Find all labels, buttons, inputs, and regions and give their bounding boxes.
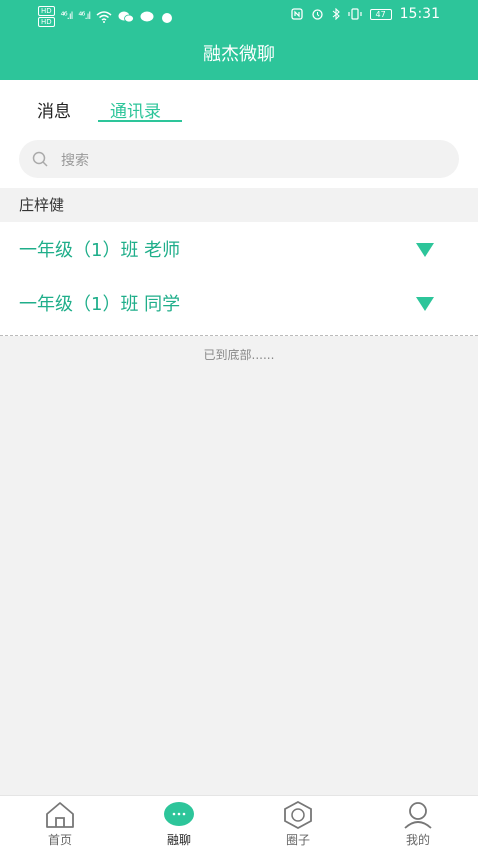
- list-end-divider: [0, 335, 478, 336]
- nav-home-label: 首页: [47, 833, 72, 847]
- tab-messages[interactable]: 消息: [37, 97, 71, 122]
- contact-groups: 一年级（1）班 老师 一年级（1）班 同学: [0, 222, 478, 336]
- bluetooth-icon: [332, 8, 340, 20]
- nav-profile[interactable]: 我的: [378, 801, 458, 848]
- contact-section-header: 庄梓健: [0, 188, 478, 222]
- signal-icon-2: ⁴⁶.ıl: [78, 11, 91, 22]
- app-notification-icon: [162, 12, 173, 23]
- tab-contacts[interactable]: 通讯录: [110, 97, 161, 122]
- nav-home[interactable]: 首页: [20, 801, 100, 848]
- status-left: HD HD ⁴⁶.ıl ⁴⁶.ıl: [38, 6, 174, 27]
- hd-badge-1: HD: [38, 6, 55, 16]
- alarm-icon: [311, 9, 323, 20]
- search-section: 搜索: [0, 130, 478, 188]
- nav-circle[interactable]: 圈子: [258, 801, 338, 848]
- status-bar: HD HD ⁴⁶.ıl ⁴⁶.ıl 47 15:31: [0, 0, 478, 30]
- hd-badge-2: HD: [38, 17, 55, 27]
- search-input[interactable]: 搜索: [19, 140, 459, 178]
- circle-icon: [284, 801, 312, 829]
- hd-badges: HD HD: [38, 6, 55, 27]
- group-row-classmates[interactable]: 一年级（1）班 同学: [0, 276, 478, 330]
- status-right: 47 15:31: [290, 6, 440, 22]
- message-icon: [140, 11, 154, 21]
- group-label: 一年级（1）班 老师: [19, 240, 181, 261]
- vibrate-icon: [348, 8, 362, 20]
- nav-circle-label: 圈子: [285, 833, 310, 847]
- page-title: 融杰微聊: [0, 30, 478, 80]
- nav-chat[interactable]: 融聊: [139, 801, 219, 848]
- end-of-list-text: 已到底部......: [203, 348, 275, 362]
- search-placeholder: 搜索: [61, 153, 89, 169]
- status-time: 15:31: [399, 6, 440, 22]
- bottom-nav: 首页 融聊 圈子 我的: [0, 795, 478, 850]
- wechat-icon: [118, 11, 135, 22]
- tab-bar: 消息 通讯录: [0, 80, 478, 130]
- battery-icon: 47: [369, 8, 392, 20]
- triangle-down-icon[interactable]: [416, 243, 434, 257]
- nav-chat-label: 融聊: [166, 833, 191, 847]
- signal-icon-1: ⁴⁶.ıl: [60, 11, 74, 22]
- search-icon: [32, 151, 48, 167]
- group-label: 一年级（1）班 同学: [19, 294, 181, 315]
- active-tab-indicator: [98, 120, 182, 122]
- wifi-icon: [96, 10, 112, 23]
- nav-profile-label: 我的: [405, 833, 430, 847]
- group-row-teachers[interactable]: 一年级（1）班 老师: [0, 222, 478, 276]
- triangle-down-icon[interactable]: [416, 297, 434, 311]
- home-icon: [46, 802, 74, 828]
- chat-icon: [164, 802, 194, 826]
- profile-icon: [404, 802, 432, 829]
- nfc-icon: [290, 8, 303, 20]
